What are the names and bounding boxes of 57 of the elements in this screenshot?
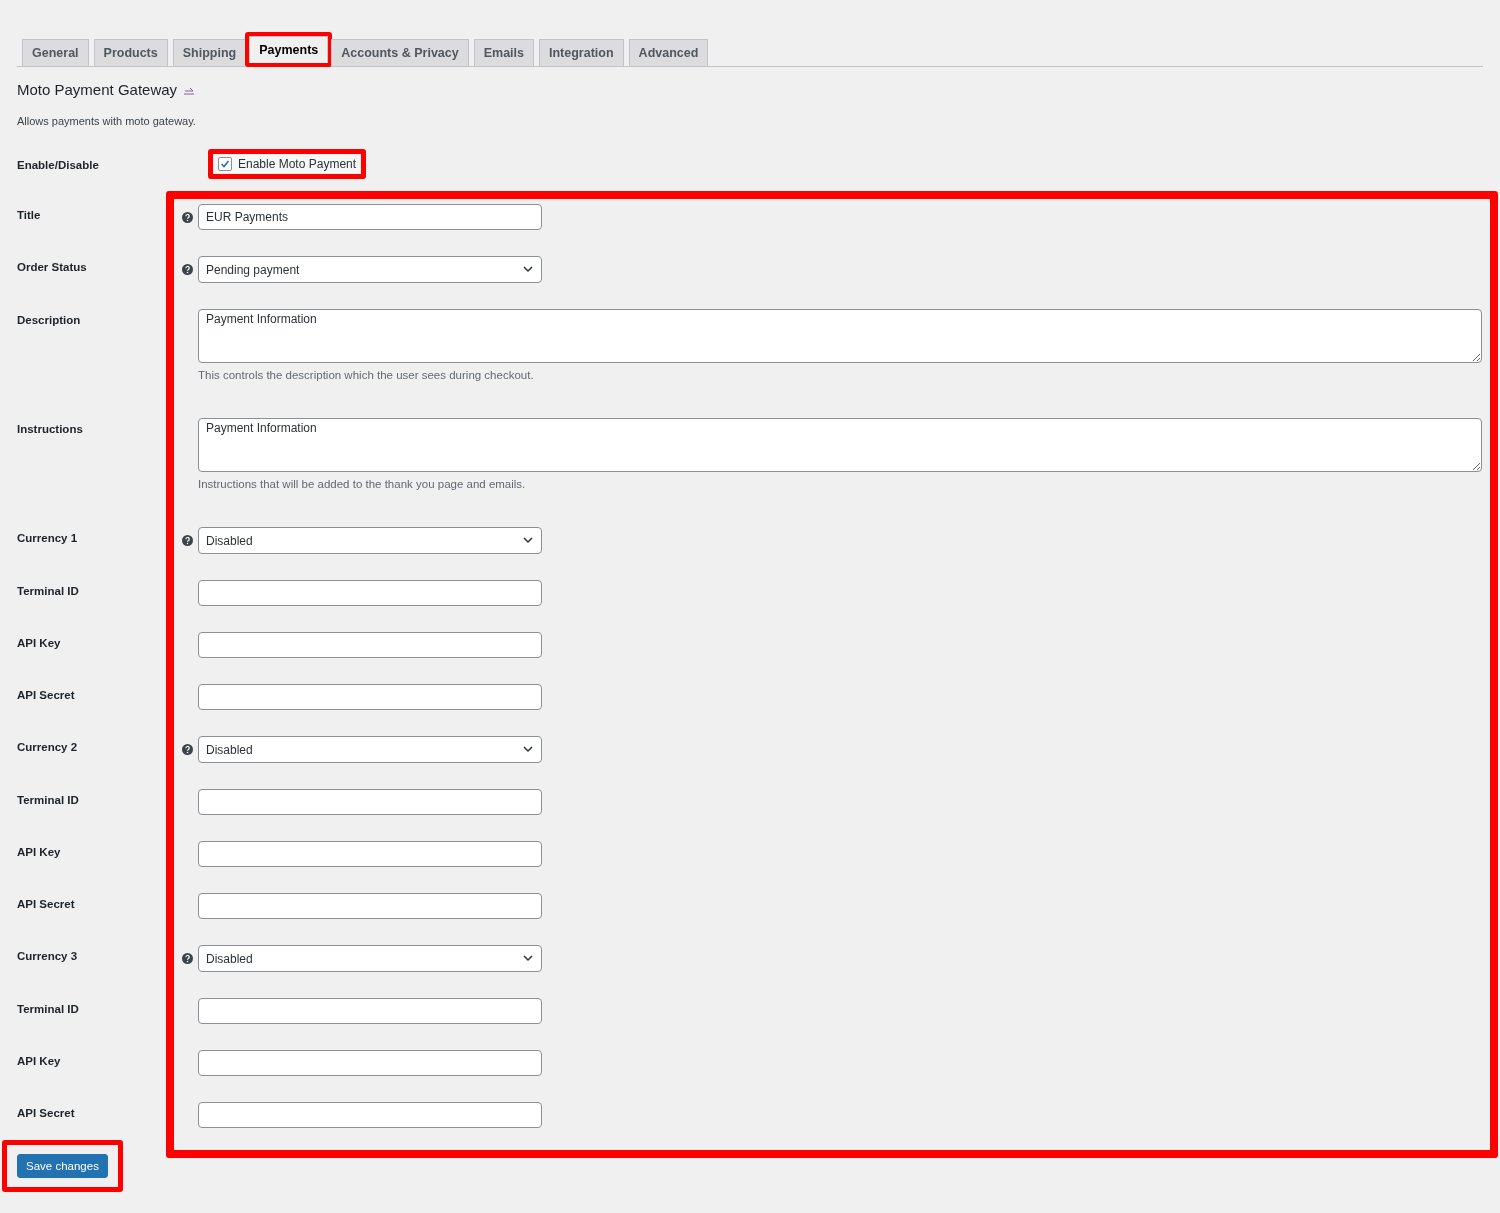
field-label: Enable/Disable (17, 158, 100, 173)
field-label: API Secret (17, 688, 76, 703)
field-label: Currency 2 (17, 740, 79, 755)
text-field[interactable] (198, 580, 542, 606)
tab[interactable]: Advanced (628, 39, 709, 66)
chevron-down-icon (523, 266, 533, 273)
help-icon[interactable] (182, 264, 193, 275)
field-label: Currency 3 (17, 949, 79, 964)
text-field[interactable] (198, 789, 542, 815)
text-field[interactable] (198, 841, 542, 867)
text-field[interactable]: EUR Payments (198, 204, 542, 230)
field-hint: This controls the description which the user sees during checkout. (198, 369, 535, 381)
textarea-field[interactable]: Payment Information (198, 309, 1482, 363)
field-label: Terminal ID (17, 584, 80, 599)
help-icon[interactable] (182, 535, 193, 546)
field-hint: Instructions that will be added to the thank you page and emails. (198, 478, 527, 490)
field-label: API Secret (17, 1106, 76, 1121)
chevron-down-icon (523, 537, 533, 544)
field-label: Instructions (17, 422, 84, 437)
tab[interactable]: Integration (539, 39, 624, 66)
checkmark-icon (220, 159, 230, 169)
text-field[interactable] (198, 684, 542, 710)
help-icon[interactable] (182, 211, 193, 223)
text-field[interactable] (198, 998, 542, 1024)
textarea-field[interactable]: Payment Information (198, 418, 1482, 472)
field-label: Terminal ID (17, 793, 80, 808)
field-label: Title (17, 208, 42, 223)
tab[interactable]: Emails (473, 39, 534, 66)
field-label: Terminal ID (17, 1002, 80, 1017)
chevron-down-icon (523, 955, 533, 962)
chevron-down-icon (523, 746, 533, 753)
save-button[interactable]: Save changes (17, 1154, 108, 1178)
tab[interactable]: Accounts & Privacy (331, 39, 469, 66)
text-field[interactable] (198, 1102, 542, 1128)
field-label: Order Status (17, 260, 88, 275)
section-description: Allows payments with moto gateway. (17, 115, 197, 127)
text-field[interactable] (198, 893, 542, 919)
field-label: API Key (17, 1054, 62, 1069)
help-icon[interactable] (182, 953, 193, 964)
field-label: API Key (17, 845, 62, 860)
section-title: Moto Payment Gateway (17, 81, 178, 98)
checkbox[interactable]: Enable Moto Payment (214, 155, 361, 173)
tab[interactable]: Products (93, 39, 168, 66)
help-icon[interactable] (182, 744, 193, 755)
select-field[interactable]: Disabled (198, 527, 542, 554)
tab[interactable]: General (22, 39, 89, 66)
field-label: Currency 1 (17, 531, 79, 546)
text-field[interactable] (198, 1050, 542, 1076)
field-label: Description (17, 313, 82, 328)
field-label: API Secret (17, 897, 76, 912)
field-label: API Key (17, 636, 62, 651)
tab[interactable]: Shipping (172, 39, 247, 66)
select-field[interactable]: Disabled (198, 736, 542, 763)
select-field[interactable]: Pending payment (198, 256, 542, 283)
select-field[interactable]: Disabled (198, 945, 542, 972)
text-field[interactable] (198, 632, 542, 658)
tab[interactable]: Payments (249, 36, 329, 63)
